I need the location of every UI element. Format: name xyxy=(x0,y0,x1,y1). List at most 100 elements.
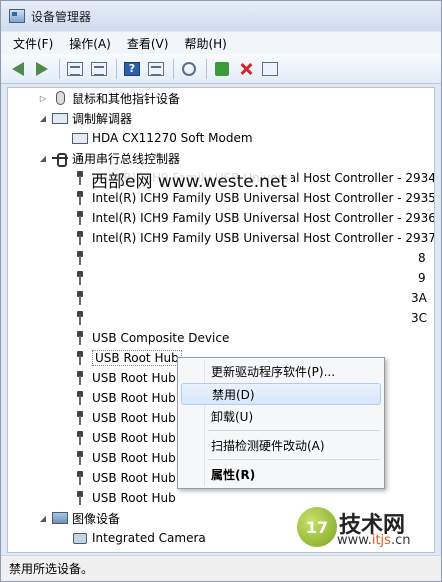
scan-hardware-button[interactable] xyxy=(178,58,200,80)
tree-category-imaging[interactable]: ◢ 图像设备 xyxy=(38,508,120,528)
tree-label-fragment: 3C xyxy=(411,311,428,325)
forward-arrow-icon xyxy=(36,61,48,76)
tree-label: 通用串行总线控制器 xyxy=(72,151,181,166)
usb-plug-icon xyxy=(76,311,84,325)
help-button[interactable]: ? xyxy=(121,58,143,80)
forward-button[interactable] xyxy=(31,58,53,80)
toolbar-separator xyxy=(206,58,207,79)
tree-label: Integrated Camera xyxy=(92,531,206,545)
device-manager-icon xyxy=(9,9,25,23)
tree-device-usb[interactable]: USB Composite Device xyxy=(72,328,229,348)
back-arrow-icon xyxy=(12,61,24,76)
properties-button[interactable] xyxy=(64,58,86,80)
tree-device-usb[interactable] xyxy=(72,288,92,308)
toolbar-separator xyxy=(59,58,60,79)
usb-plug-icon xyxy=(76,171,84,185)
tree-device-usb[interactable]: Intel(R) ICH9 Family USB Universal Host … xyxy=(72,208,435,228)
tree-label: 调制解调器 xyxy=(72,111,133,126)
expand-arrow-icon[interactable]: ▷ xyxy=(38,94,48,103)
refresh-icon xyxy=(91,61,107,76)
tree-device-usb[interactable]: USB Root Hub xyxy=(72,368,176,388)
tree-label: USB Root Hub xyxy=(92,431,176,445)
logo-url-suffix: .cn xyxy=(390,533,411,548)
camera-icon xyxy=(73,532,87,544)
menu-file[interactable]: 文件(F) xyxy=(7,33,59,54)
usb-plug-icon xyxy=(76,471,84,485)
update-driver-button[interactable] xyxy=(211,58,233,80)
usb-plug-icon xyxy=(76,431,84,445)
usb-plug-icon xyxy=(76,491,84,505)
tree-category-mice[interactable]: ▷ 鼠标和其他指针设备 xyxy=(38,88,180,108)
menu-action[interactable]: 操作(A) xyxy=(63,33,117,54)
tree-device-usb[interactable]: USB Root Hub xyxy=(72,388,176,408)
tree-label: USB Root Hub xyxy=(92,451,176,465)
context-item-scan[interactable]: 扫描检测硬件改动(A) xyxy=(181,434,381,456)
tree-device-camera[interactable]: Integrated Camera xyxy=(72,528,206,548)
logo-url: www.itjs.cn xyxy=(337,533,410,548)
context-item-update-driver[interactable]: 更新驱动程序软件(P)... xyxy=(181,360,381,382)
usb-plug-icon xyxy=(76,291,84,305)
mouse-icon xyxy=(55,91,65,105)
tree-device-usb[interactable]: USB Root Hub xyxy=(72,448,176,468)
imaging-device-icon xyxy=(52,512,68,524)
scan-hardware-icon xyxy=(182,61,196,76)
menu-bar: 文件(F) 操作(A) 查看(V) 帮助(H) xyxy=(1,32,441,54)
watermark-text: 西部e网 www.weste.net xyxy=(87,167,292,192)
toolbar-separator xyxy=(173,58,174,79)
menu-help[interactable]: 帮助(H) xyxy=(178,33,232,54)
context-item-properties[interactable]: 属性(R) xyxy=(181,463,381,485)
context-item-uninstall[interactable]: 卸载(U) xyxy=(181,405,381,427)
modem-icon xyxy=(52,112,68,124)
tree-device-usb-selected[interactable]: USB Root Hub xyxy=(72,348,182,368)
tree-label: USB Root Hub xyxy=(92,391,176,405)
usb-plug-icon xyxy=(76,331,84,345)
tree-label: Intel(R) ICH9 Family USB Universal Host … xyxy=(92,211,435,225)
toolbar-separator xyxy=(116,58,117,79)
tree-device-usb[interactable]: USB Root Hub xyxy=(72,408,176,428)
collapse-arrow-icon[interactable]: ◢ xyxy=(38,114,48,123)
properties-icon xyxy=(67,61,83,76)
tree-category-modem[interactable]: ◢ 调制解调器 xyxy=(38,108,132,128)
tree-label-fragment: 8 xyxy=(418,251,426,265)
tree-label: Intel(R) ICH9 Family USB Universal Host … xyxy=(92,231,435,245)
tree-label-fragment: 3A xyxy=(411,291,427,305)
toolbar: ? xyxy=(1,54,441,84)
tree-device-usb[interactable]: USB Root Hub xyxy=(72,488,176,508)
usb-plug-icon xyxy=(76,351,84,365)
tree-label: Intel(R) ICH9 Family USB Universal Host … xyxy=(92,191,435,205)
context-menu: 更新驱动程序软件(P)... 禁用(D) 卸载(U) 扫描检测硬件改动(A) 属… xyxy=(177,357,385,489)
context-item-disable[interactable]: 禁用(D) xyxy=(181,383,381,405)
tree-device-modem[interactable]: HDA CX11270 Soft Modem xyxy=(72,128,253,148)
usb-plug-icon xyxy=(76,271,84,285)
tree-label: USB Root Hub xyxy=(92,371,176,385)
back-button[interactable] xyxy=(7,58,29,80)
tree-device-usb[interactable] xyxy=(72,308,92,328)
logo-url-prefix: www. xyxy=(337,533,372,548)
tree-label: USB Composite Device xyxy=(92,331,230,345)
usb-plug-icon xyxy=(76,231,84,245)
help-icon: ? xyxy=(124,61,140,76)
tree-device-usb[interactable]: Intel(R) ICH9 Family USB Universal Host … xyxy=(72,228,435,248)
refresh-button[interactable] xyxy=(88,58,110,80)
tree-device-usb[interactable]: USB Root Hub xyxy=(72,428,176,448)
disable-icon xyxy=(262,61,278,76)
tree-device-usb[interactable] xyxy=(72,268,92,288)
tree-device-usb[interactable] xyxy=(72,248,92,268)
collapse-arrow-icon[interactable]: ◢ xyxy=(38,154,48,163)
view-button[interactable] xyxy=(145,58,167,80)
collapse-arrow-icon[interactable]: ◢ xyxy=(38,514,48,523)
menu-view[interactable]: 查看(V) xyxy=(121,33,175,54)
status-text: 禁用所选设备。 xyxy=(9,562,94,576)
uninstall-icon xyxy=(239,62,253,76)
tree-category-usb[interactable]: ◢ 通用串行总线控制器 xyxy=(38,148,180,168)
usb-plug-icon xyxy=(76,411,84,425)
usb-plug-icon xyxy=(76,371,84,385)
logo-url-highlight: itjs xyxy=(371,533,391,548)
tree-device-usb[interactable]: USB Root Hub xyxy=(72,468,176,488)
context-menu-separator xyxy=(208,459,380,460)
tree-label-fragment: 9 xyxy=(418,271,426,285)
update-driver-icon xyxy=(215,61,229,76)
uninstall-button[interactable] xyxy=(235,58,257,80)
disable-button[interactable] xyxy=(259,58,281,80)
tree-label: USB Root Hub xyxy=(92,411,176,425)
